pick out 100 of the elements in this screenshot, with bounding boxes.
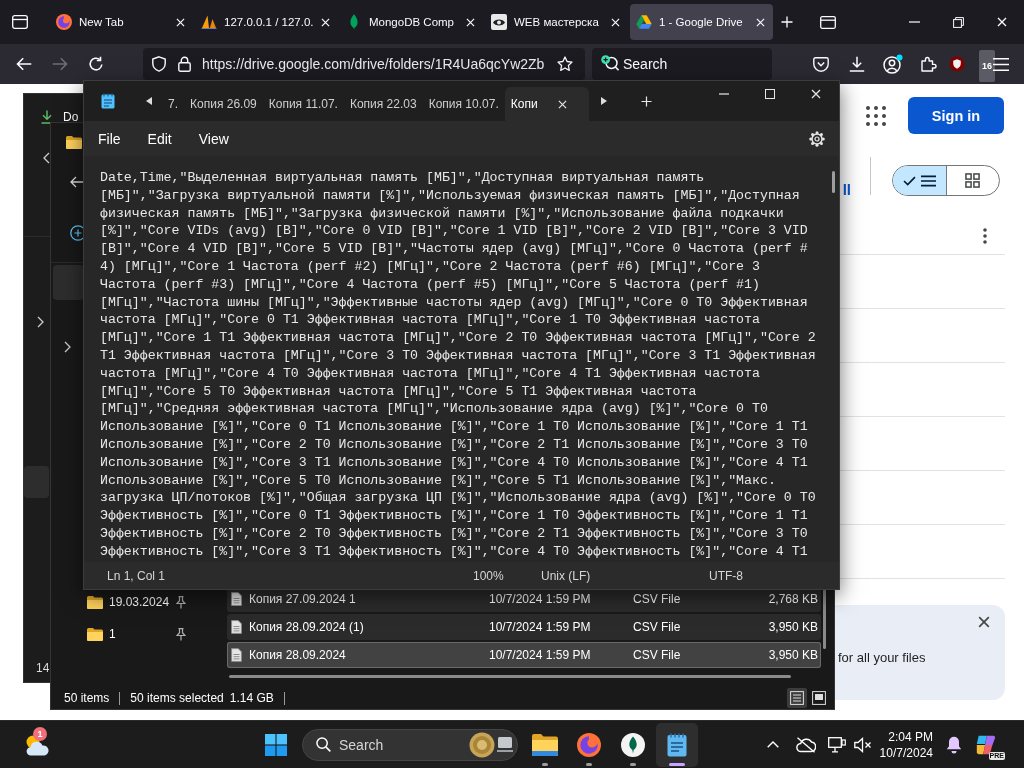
shield-icon[interactable]	[152, 56, 166, 72]
maximize-icon[interactable]	[765, 89, 775, 99]
nav-item[interactable]: Do	[63, 110, 79, 124]
date-modified-cell-text: 10/7/2024 1:59 PM	[489, 620, 592, 634]
plus-circle-icon[interactable]	[70, 224, 86, 241]
plus-icon[interactable]	[640, 95, 652, 107]
nav-item[interactable]: 19.03.2024	[109, 595, 170, 609]
file-tab[interactable]: Копия 11.07.	[262, 87, 344, 121]
search-box[interactable]: Search	[302, 728, 518, 761]
tab-list-icon[interactable]	[12, 15, 28, 29]
details-view-icon	[790, 691, 804, 705]
folder-icon	[66, 135, 82, 149]
sails-icon	[201, 15, 217, 29]
flame-globe-icon[interactable]	[577, 732, 601, 757]
menu-icon[interactable]	[993, 57, 1009, 71]
notice-text: for all your files	[838, 650, 927, 666]
file-tab[interactable]: Копия 22.03	[343, 87, 423, 121]
download-icon[interactable]	[849, 56, 865, 72]
window-icon[interactable]	[820, 15, 836, 29]
star-icon[interactable]	[557, 56, 573, 72]
folder-icon[interactable]	[532, 733, 558, 756]
file-name-cell-text: Копия 28.09.2024 (1)	[249, 620, 365, 634]
start-icon[interactable]	[265, 733, 287, 756]
leaf-icon	[350, 14, 358, 30]
sign-in-button[interactable]: Sign in	[908, 97, 1004, 134]
network-monitor-icon[interactable]	[828, 736, 846, 753]
chevron-left-icon[interactable]	[43, 152, 50, 164]
minimize-icon[interactable]	[908, 21, 920, 23]
coin-icon[interactable]	[469, 731, 513, 758]
file-size-cell-text: 3,950 KB	[767, 648, 818, 662]
taskbar-app-button[interactable]	[656, 722, 698, 767]
file-size-cell-text: 3,950 KB	[767, 620, 818, 634]
browser-tab[interactable]: New Tab	[50, 4, 193, 40]
menu-item[interactable]: File	[88, 123, 131, 154]
file-type-cell-text: CSV File	[633, 620, 682, 634]
restore-icon[interactable]	[952, 16, 964, 28]
line-ending-text: Unix (LF)	[540, 568, 592, 583]
scroll-left-icon[interactable]	[146, 97, 152, 105]
scroll-right-icon[interactable]	[600, 97, 607, 105]
search-box[interactable]: Search	[592, 48, 772, 80]
back-arrow-icon[interactable]	[70, 176, 84, 188]
tiles-view-icon	[812, 691, 826, 705]
scrollbar-thumb[interactable]	[823, 589, 826, 649]
chevron-right-icon[interactable]	[64, 341, 71, 353]
file-tab[interactable]: Копия 26.09	[184, 87, 263, 121]
search-icon	[316, 737, 331, 752]
folder-icon	[87, 595, 103, 609]
settings-icon[interactable]	[809, 130, 825, 147]
notepad-icon	[667, 732, 687, 757]
nav-item[interactable]: 1	[109, 627, 116, 641]
file-row[interactable]: Копия 28.09.2024 10/7/2024 1:59 PM CSV File 3,950 KB	[227, 642, 821, 668]
scrollbar-thumb[interactable]	[229, 675, 791, 678]
close-icon[interactable]	[978, 616, 990, 628]
pin-icon[interactable]	[176, 595, 186, 609]
address-bar[interactable]: https://drive.google.com/drive/folders/1R4Ua6qcYw2Zb	[143, 48, 585, 80]
count-badge: 16	[979, 50, 995, 82]
account-icon[interactable]	[883, 54, 903, 74]
folder-icon	[87, 627, 103, 641]
scrollbar-thumb[interactable]	[832, 171, 835, 193]
more-options-icon[interactable]	[983, 228, 987, 244]
menu-item[interactable]: View	[188, 123, 239, 154]
chevron-right-icon[interactable]	[37, 316, 44, 328]
puzzle-piece-icon[interactable]	[921, 56, 937, 72]
document-icon	[231, 620, 242, 634]
menu-item[interactable]: Edit	[137, 123, 182, 154]
browser-tab[interactable]: 127.0.0.1 / 127.0.	[195, 4, 338, 40]
file-tab[interactable]: 7.	[162, 87, 184, 121]
grid-icon	[965, 173, 981, 188]
url-input[interactable]: https://drive.google.com/drive/folders/1R4Ua6qcYw2Zb	[202, 56, 552, 72]
cloud-off-icon[interactable]	[796, 736, 816, 753]
file-row[interactable]: Копия 28.09.2024 (1) 10/7/2024 1:59 PM CSV File 3,950 KB	[227, 614, 821, 640]
browser-tab[interactable]: MongoDB Comp	[340, 4, 483, 40]
reload-icon[interactable]	[88, 56, 104, 72]
search-input[interactable]: Search	[623, 56, 772, 72]
apps-grid-icon[interactable]	[866, 105, 886, 126]
browser-tab[interactable]: WEB мастерска	[485, 4, 628, 40]
file-tab[interactable]: Копия 10.07.	[422, 87, 505, 121]
date-modified-cell-text: 10/7/2024 1:59 PM	[489, 648, 592, 662]
view-option-button[interactable]	[809, 688, 829, 708]
chevron-up-icon[interactable]	[767, 741, 779, 748]
status-text: 14	[36, 661, 50, 675]
clock-time[interactable]: 2:04 PM	[888, 728, 933, 745]
leaf-icon[interactable]	[621, 732, 645, 757]
pouch-icon[interactable]	[813, 56, 829, 72]
clock-date[interactable]: 10/7/2024	[879, 744, 933, 761]
date-modified-cell-text: 10/7/2024 1:59 PM	[489, 592, 592, 606]
search-input[interactable]: Search	[339, 736, 469, 753]
bell-icon[interactable]	[946, 735, 962, 754]
view-option-button[interactable]	[787, 688, 807, 708]
editor-text[interactable]: Date,Time,"Выделенная виртуальная память [МБ]","Доступная виртуальная память [МБ]","Загрузка виртуальной памяти [%]","Используемая физическая память [МБ]","Доступная физическая память [МБ]","Загрузка физической памяти [%]","Использование файла подкачки [%]","Core VIDs (avg) [В]","Core 0 VID [В]","Core 1 VID [В]","Core 2 VID [В]","Core 3 VID [В]","Core 4 VID [В]","Core 5 VID [В]","Частоты ядер (avg) [МГц]","Core 0 Частота (perf # 4) [МГц]","Core 1 Частота (perf #2) [МГц]","Core 2 Частота (perf #6) [МГц]","Core 3 Частота (perf #3) [МГц]","Core 4 Частота (perf #5) [МГц]","Core 5 Частота (perf #1) [МГц]","Частота шины [МГц]","Эффективные частоты ядер (avg) [МГц]","Core 0 T0 Эффективная частота [МГц]","Core 0 T1 Эффективная частота [МГц]","Core 1 T0 Эффективная частота [МГц]","Core 1 T1 Эффективная частота [МГц]","Core 2 T0 Эффективная частота [МГц]","Core 2 T1 Эффективная частота [МГц]","Core 3 T0 Эффективная частота [МГц]","Core 3 T1 Эффективная частота [МГц]","Core 4 T0 Эффективная частота [МГц]","Core 4 T1 Эффективная частота [МГц]","Core 5 T0 Эффективная частота [МГц]","Core 5 T1 Эффективная частота [МГц]","Средняя эффективная частота [МГц]","Использование ядра (avg) [%]","Core 0 T0 Использование [%]","Core 0 T1 Использование [%]","Core 1 T0 Использование [%]","Core 1 T1 Использование [%]","Core 2 T0 Использование [%]","Core 2 T1 Использование [%]","Core 3 T0 Использование [%]","Core 3 T1 Использование [%]","Core 4 T0 Использование [%]","Core 4 T1 Использование [%]","Core 5 T0 Использование [%]","Core 5 T1 Использование [%]","Макс. загрузка ЦП/потоков [%]","Общая загрузка ЦП [%]","Использование ядра (avg) [%]","Core 0 T0 Эффективность [%]","Core 0 T1 Эффективность [%]","Core 1 T0 Эффективность [%]","Core 1 T1 Эффективность [%]","Core 2 T0 Эффективность [%]","Core 2 T1 Эффективность [%]","Core 3 T0 Эффективность [%]","Core 3 T1 Эффективность [%]","Core 4 T0 Эффективность [%]","Core 4 T1	[100, 169, 839, 561]
zoom-level-text: 100%	[472, 568, 505, 583]
shield-addon-icon[interactable]	[949, 56, 965, 72]
download-icon[interactable]	[41, 110, 53, 124]
notepad-icon	[101, 93, 115, 109]
pin-icon[interactable]	[176, 627, 186, 641]
speaker-muted-icon[interactable]	[854, 736, 872, 753]
browser-tab[interactable]: 1 - Google Drive	[630, 4, 773, 40]
file-tab[interactable]: Копи	[504, 87, 589, 121]
check-icon	[902, 175, 916, 186]
view-option-button[interactable]	[893, 166, 946, 195]
